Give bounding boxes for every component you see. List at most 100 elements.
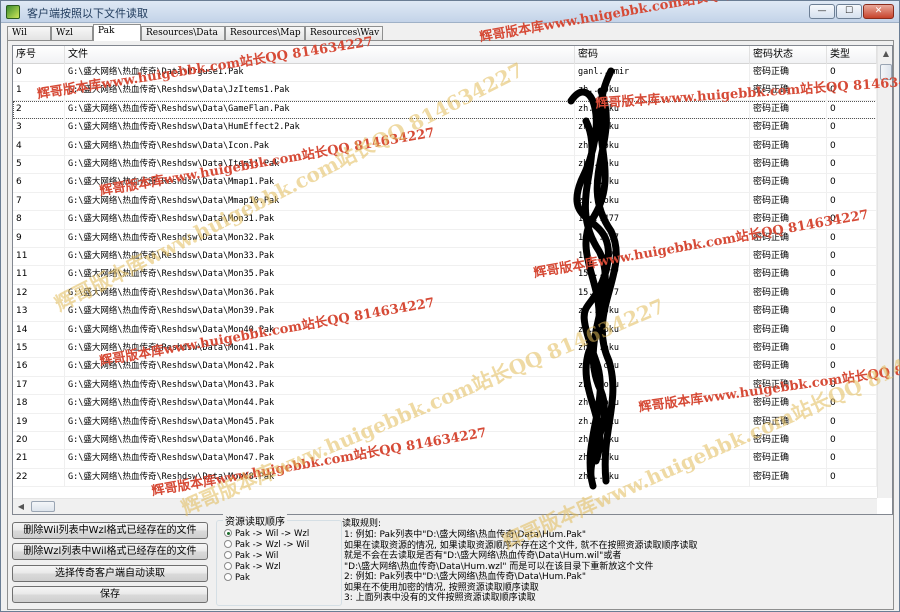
save-button[interactable]: 保存 bbox=[12, 586, 208, 603]
tab-wil[interactable]: Wil bbox=[7, 26, 51, 40]
horizontal-scroll-thumb[interactable] bbox=[31, 501, 55, 512]
cell-file: G:\盛大网络\热血传奇\Reshdsw\Data\Mon36.Pak bbox=[65, 284, 575, 303]
title-bar[interactable]: 客户端按照以下文件读取 — ☐ ✕ bbox=[1, 1, 899, 23]
cell-password-status: 密码正确 bbox=[750, 450, 827, 469]
cell-index: 6 bbox=[13, 174, 65, 193]
read-order-option[interactable]: Pak -> Wil -> Wzl bbox=[224, 529, 309, 539]
radio-button-icon[interactable] bbox=[224, 573, 232, 581]
read-rule-line: 就是不会在去读取是否有"D:\盛大网络\热血传奇\Data\Hum.wil"或者 bbox=[344, 551, 622, 561]
delete-wil-duplicates-button[interactable]: 删除Wil列表中Wzl格式已经存在的文件 bbox=[12, 522, 208, 539]
cell-password: zh...oku bbox=[575, 450, 750, 469]
cell-file: G:\盛大网络\热血传奇\Reshdsw\Data\Mon45.Pak bbox=[65, 413, 575, 432]
cell-file: G:\盛大网络\热血传奇\Reshdsw\Data\Mon33.Pak bbox=[65, 248, 575, 266]
table-row[interactable]: 2 G:\盛大网络\热血传奇\Reshdsw\Data\GameFlan.Pak z… bbox=[13, 100, 877, 120]
tab-pak[interactable]: Pak bbox=[93, 24, 141, 41]
cell-password: 15...477 bbox=[575, 284, 750, 303]
auto-read-client-button[interactable]: 选择传奇客户端自动读取 bbox=[12, 565, 208, 582]
cell-index: 9 bbox=[13, 229, 65, 248]
minimize-button[interactable]: — bbox=[809, 4, 835, 19]
column-header-password[interactable]: 密码 bbox=[575, 46, 750, 64]
horizontal-scrollbar[interactable]: ◀ bbox=[13, 498, 877, 514]
cell-password-status: 密码正确 bbox=[750, 174, 827, 193]
cell-password-status: 密码正确 bbox=[750, 395, 827, 414]
table-row[interactable]: 22 G:\盛大网络\热血传奇\Reshdsw\Data\Mon48.Pak zh.… bbox=[13, 468, 877, 488]
table-row[interactable]: 8 G:\盛大网络\热血传奇\Reshdsw\Data\Mon31.Pak 15..… bbox=[13, 211, 877, 230]
table-row[interactable]: 3 G:\盛大网络\热血传奇\Reshdsw\Data\HumEffect2.Pa… bbox=[13, 119, 877, 138]
cell-password-status: 密码正确 bbox=[750, 100, 827, 119]
table-row[interactable]: 5 G:\盛大网络\热血传奇\Reshdsw\Data\Items1.Pak zh.… bbox=[13, 156, 877, 175]
cell-index: 21 bbox=[13, 450, 65, 469]
pak-tab-panel: 序号 文件 密码 密码状态 类型 0 G:\盛大网络\热血传奇\Data\Prgu… bbox=[7, 40, 894, 610]
cell-password: zh...oku bbox=[575, 174, 750, 193]
tab-resources-map[interactable]: Resources\Map bbox=[225, 26, 305, 40]
cell-index: 13 bbox=[13, 303, 65, 322]
radio-button-icon[interactable] bbox=[224, 551, 232, 559]
cell-password-status: 密码正确 bbox=[750, 211, 827, 230]
cell-index: 3 bbox=[13, 119, 65, 138]
table-row[interactable]: 11 G:\盛大网络\热血传奇\Reshdsw\Data\Mon33.Pak 15.… bbox=[13, 248, 877, 267]
cell-password: zh...oku bbox=[575, 413, 750, 432]
cell-password-status: 密码正确 bbox=[750, 64, 827, 82]
table-row[interactable]: 11 G:\盛大网络\热血传奇\Reshdsw\Data\Mon35.Pak 15.… bbox=[13, 266, 877, 285]
vertical-scrollbar[interactable]: ▲ bbox=[877, 46, 892, 498]
cell-type: 0 bbox=[827, 82, 877, 101]
cell-password: zh...oku bbox=[575, 137, 750, 156]
read-order-option[interactable]: Pak -> Wzl -> Wil bbox=[224, 540, 309, 550]
cell-password: zh...oku bbox=[575, 119, 750, 138]
read-rules: 读取规则: 1: 例如: Pak列表中"D:\盛大网络\热血传奇\Data\Hu… bbox=[338, 519, 883, 609]
scroll-left-icon[interactable]: ◀ bbox=[13, 499, 29, 514]
table-row[interactable]: 9 G:\盛大网络\热血传奇\Reshdsw\Data\Mon32.Pak 15..… bbox=[13, 229, 877, 248]
app-window: 客户端按照以下文件读取 — ☐ ✕ Wil Wzl Pak Resources\… bbox=[0, 0, 900, 612]
cell-file: G:\盛大网络\热血传奇\Reshdsw\Data\Mon40.Pak bbox=[65, 321, 575, 340]
cell-password-status: 密码正确 bbox=[750, 468, 827, 487]
cell-password-status: 密码正确 bbox=[750, 284, 827, 303]
tab-wzl[interactable]: Wzl bbox=[51, 26, 93, 40]
read-rule-line: 2: 例如: Pak列表中"D:\盛大网络\热血传奇\Data\Hum.Pak" bbox=[344, 572, 586, 582]
cell-password-status: 密码正确 bbox=[750, 303, 827, 322]
delete-wzl-duplicates-button[interactable]: 删除Wzl列表中Wil格式已经存在的文件 bbox=[12, 543, 208, 560]
radio-button-icon[interactable] bbox=[224, 529, 232, 537]
close-button[interactable]: ✕ bbox=[863, 4, 894, 19]
table-row[interactable]: 6 G:\盛大网络\热血传奇\Reshdsw\Data\Mmap1.Pak zh..… bbox=[13, 174, 877, 193]
radio-button-icon[interactable] bbox=[224, 562, 232, 570]
cell-index: 7 bbox=[13, 192, 65, 211]
table-row[interactable]: 12 G:\盛大网络\热血传奇\Reshdsw\Data\Mon36.Pak 15.… bbox=[13, 284, 877, 304]
column-header-index[interactable]: 序号 bbox=[13, 46, 65, 64]
cell-password-status: 密码正确 bbox=[750, 248, 827, 266]
cell-type: 0 bbox=[827, 137, 877, 156]
radio-button-icon[interactable] bbox=[224, 540, 232, 548]
tab-resources-wav[interactable]: Resources\Wav bbox=[305, 26, 383, 40]
read-order-option[interactable]: Pak -> Wil bbox=[224, 551, 278, 561]
table-row[interactable]: 7 G:\盛大网络\热血传奇\Reshdsw\Data\Mmap10.Pak zh.… bbox=[13, 192, 877, 212]
column-header-type[interactable]: 类型 bbox=[827, 46, 877, 64]
table-row[interactable]: 0 G:\盛大网络\热血传奇\Data\Prguse1.Pak ganl...mir… bbox=[13, 64, 877, 83]
table-row[interactable]: 20 G:\盛大网络\热血传奇\Reshdsw\Data\Mon46.Pak zh.… bbox=[13, 432, 877, 451]
maximize-button[interactable]: ☐ bbox=[836, 4, 862, 19]
column-header-file[interactable]: 文件 bbox=[65, 46, 575, 64]
table-row[interactable]: 19 G:\盛大网络\热血传奇\Reshdsw\Data\Mon45.Pak zh.… bbox=[13, 413, 877, 432]
scroll-thumb[interactable] bbox=[880, 64, 892, 80]
cell-index: 0 bbox=[13, 64, 65, 82]
table-row[interactable]: 1 G:\盛大网络\热血传奇\Reshdsw\Data\JzItems1.Pak z… bbox=[13, 82, 877, 101]
read-order-option-label: Pak -> Wzl -> Wil bbox=[235, 540, 310, 550]
table-row[interactable]: 15 G:\盛大网络\热血传奇\Reshdsw\Data\Mon41.Pak zh.… bbox=[13, 340, 877, 359]
table-row[interactable]: 18 G:\盛大网络\热血传奇\Reshdsw\Data\Mon44.Pak zh.… bbox=[13, 395, 877, 414]
scroll-up-icon[interactable]: ▲ bbox=[878, 46, 892, 62]
tab-resources-data[interactable]: Resources\Data bbox=[141, 26, 225, 40]
cell-type: 0 bbox=[827, 376, 877, 395]
table-row[interactable]: 17 G:\盛大网络\热血传奇\Reshdsw\Data\Mon43.Pak zh.… bbox=[13, 376, 877, 396]
file-table[interactable]: 序号 文件 密码 密码状态 类型 0 G:\盛大网络\热血传奇\Data\Prgu… bbox=[12, 45, 893, 515]
table-row[interactable]: 13 G:\盛大网络\热血传奇\Reshdsw\Data\Mon39.Pak zh.… bbox=[13, 303, 877, 322]
read-order-option[interactable]: Pak bbox=[224, 573, 250, 583]
table-row[interactable]: 21 G:\盛大网络\热血传奇\Reshdsw\Data\Mon47.Pak zh.… bbox=[13, 450, 877, 469]
cell-password: zh...oku bbox=[575, 432, 750, 450]
table-row[interactable]: 14 G:\盛大网络\热血传奇\Reshdsw\Data\Mon40.Pak zh.… bbox=[13, 321, 877, 340]
table-header: 序号 文件 密码 密码状态 类型 bbox=[13, 46, 877, 64]
cell-file: G:\盛大网络\热血传奇\Reshdsw\Data\Mon48.Pak bbox=[65, 468, 575, 487]
table-row[interactable]: 16 G:\盛大网络\热血传奇\Reshdsw\Data\Mon42.Pak zh.… bbox=[13, 358, 877, 377]
cell-type: 0 bbox=[827, 321, 877, 340]
read-rules-title: 读取规则: bbox=[342, 519, 382, 529]
table-row[interactable]: 4 G:\盛大网络\热血传奇\Reshdsw\Data\Icon.Pak zh...… bbox=[13, 137, 877, 156]
column-header-password-status[interactable]: 密码状态 bbox=[750, 46, 827, 64]
read-order-option[interactable]: Pak -> Wzl bbox=[224, 562, 281, 572]
